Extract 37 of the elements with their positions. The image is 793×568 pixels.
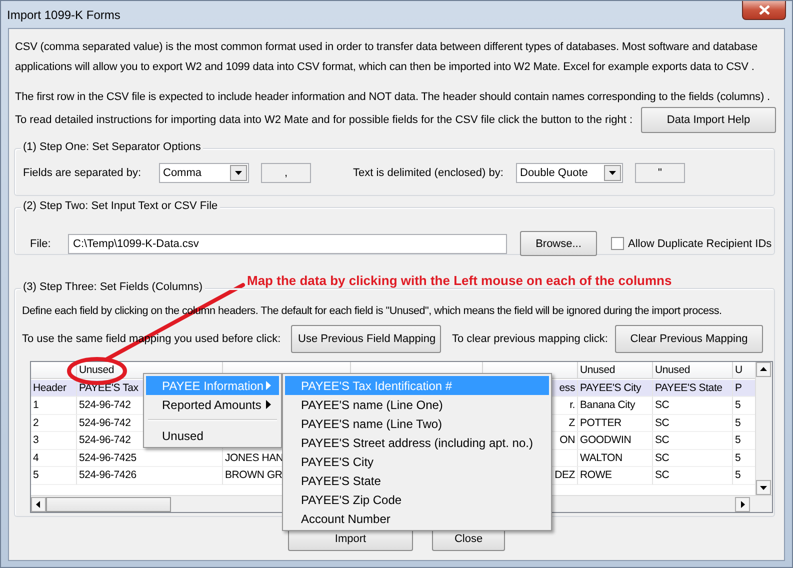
group-title: (3) Step Three: Set Fields (Columns) (21, 281, 205, 293)
grid-cell: 524-96-7425 (77, 450, 223, 467)
grid-cell: GOODWIN (578, 432, 653, 450)
grid-cell: SC (653, 467, 733, 484)
window-title: Import 1099-K Forms (7, 8, 120, 22)
grid-cell: SC (653, 450, 733, 467)
header-note: The first row in the CSV file is expected to include header information and NOT data. The header should contain names corresponding to the fields (columns) . (14, 90, 771, 105)
group-title: (2) Step Two: Set Input Text or CSV File (21, 200, 220, 212)
row-header: 2 (31, 414, 77, 432)
grid-cell: SC (653, 414, 733, 432)
delimiter-label: Text is delimited (enclosed) by: (353, 167, 504, 179)
grid-cell: PAYEE'S City (578, 380, 653, 397)
file-label: File: (30, 238, 52, 250)
grid-cell: Banana City (578, 397, 653, 414)
intro-paragraph: CSV (comma separated value) is the most common format used in order to transfer data between different types of databases. Most software and database applications will allow you to export W2 and 1099 data into CSV format, which can then be imported into W2 Mate. Excel for example exports data to CSV . (14, 40, 758, 75)
grid-cell: PAYEE'S State (653, 380, 733, 397)
clear-mapping-label: To clear previous mapping click: (452, 333, 609, 345)
grid-cell: 524-96-7426 (77, 467, 223, 484)
dropdown-value: Double Quote (520, 167, 588, 179)
help-instructions-text: To read detailed instructions for importing data into W2 Mate and for possible fields for the CSV file click the button to the right : (15, 114, 633, 126)
grid-cell: POTTER (578, 414, 653, 432)
row-header: Header (31, 380, 77, 397)
grid-cell: WALTON (578, 450, 653, 467)
row-header: 4 (31, 450, 77, 467)
grid-cell: SC (653, 397, 733, 414)
row-header: 1 (31, 397, 77, 414)
grid-cell: ROWE (578, 467, 653, 484)
row-header: 5 (31, 467, 77, 484)
delimiter-char-field: " (635, 163, 685, 183)
annotation-text: Map the data by clicking with the Left mouse on each of the columns (247, 273, 672, 288)
grid-cell: SC (653, 432, 733, 450)
separator-char-field: , (261, 163, 311, 183)
dropdown-value: Comma (163, 167, 202, 179)
row-header: 3 (31, 432, 77, 450)
group-title: (1) Step One: Set Separator Options (21, 141, 203, 153)
checkbox-label: Allow Duplicate Recipient IDs (628, 238, 772, 250)
separator-label: Fields are separated by: (23, 167, 142, 179)
